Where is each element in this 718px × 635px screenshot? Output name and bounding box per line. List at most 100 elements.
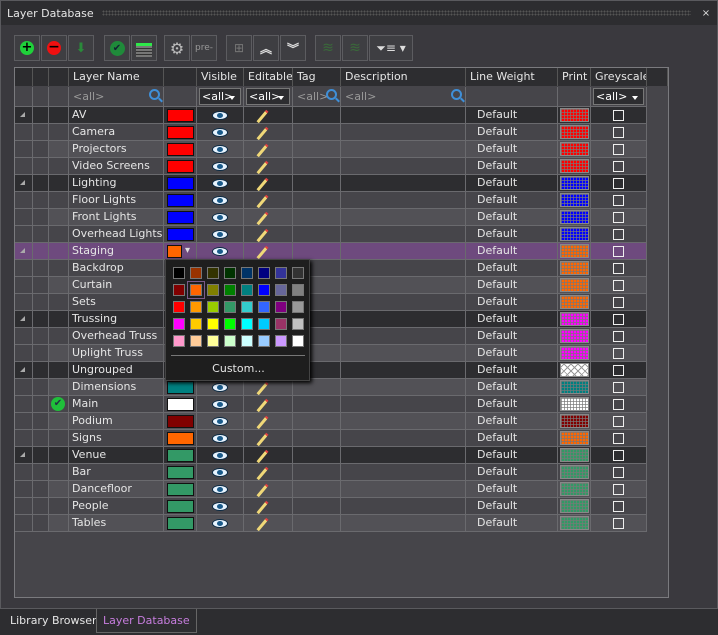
layer-row[interactable]: Curtain Default xyxy=(15,277,649,294)
color-swatch[interactable] xyxy=(207,267,219,279)
print-color-swatch[interactable] xyxy=(560,363,589,377)
layer-row[interactable]: Floor Lights Default xyxy=(15,192,649,209)
print-color-swatch[interactable] xyxy=(560,499,589,513)
layer-color-swatch[interactable] xyxy=(167,194,194,207)
greyscale-checkbox[interactable] xyxy=(613,144,624,155)
prefix-button[interactable]: pre- xyxy=(191,35,217,61)
settings-button[interactable]: ⚙ xyxy=(164,35,190,61)
layer-color-swatch[interactable] xyxy=(167,449,194,462)
search-icon[interactable] xyxy=(326,89,337,100)
greyscale-checkbox[interactable] xyxy=(613,263,624,274)
layer-color-swatch[interactable] xyxy=(167,500,194,513)
custom-color-button[interactable]: Custom... xyxy=(166,362,311,375)
collapse-arrow-icon[interactable] xyxy=(20,316,25,321)
column-header-greyscale[interactable]: Greyscale xyxy=(591,68,647,86)
layer-row[interactable]: Camera Default xyxy=(15,124,649,141)
editable-pencil-icon[interactable] xyxy=(256,500,269,514)
filter-visible-dropdown[interactable]: <all> xyxy=(199,88,241,105)
editable-pencil-icon[interactable] xyxy=(256,466,269,480)
visible-eye-icon[interactable] xyxy=(212,247,228,256)
color-swatch[interactable] xyxy=(173,267,185,279)
layer-row[interactable]: Tables Default xyxy=(15,515,649,532)
greyscale-checkbox[interactable] xyxy=(613,433,624,444)
layer-color-swatch[interactable] xyxy=(167,381,194,394)
layer-row[interactable]: ✔ Main Default xyxy=(15,396,649,413)
visible-eye-icon[interactable] xyxy=(212,111,228,120)
line-weight-value[interactable]: Default xyxy=(466,125,517,138)
visible-eye-icon[interactable] xyxy=(212,145,228,154)
layer-stack-button[interactable]: ≋ xyxy=(315,35,341,61)
print-color-swatch[interactable] xyxy=(560,210,589,224)
close-icon[interactable]: × xyxy=(699,8,713,19)
editable-pencil-icon[interactable] xyxy=(256,160,269,174)
color-swatch[interactable] xyxy=(258,335,270,347)
merge-layers-button[interactable]: ⬇ xyxy=(68,35,94,61)
drag-grip[interactable] xyxy=(101,10,691,16)
color-swatch[interactable] xyxy=(224,267,236,279)
layer-states-button[interactable] xyxy=(131,35,157,61)
editable-pencil-icon[interactable] xyxy=(256,398,269,412)
column-header-tag[interactable]: Tag xyxy=(293,68,341,86)
greyscale-checkbox[interactable] xyxy=(613,467,624,478)
column-header-description[interactable]: Description xyxy=(341,68,466,86)
layer-name[interactable]: Curtain xyxy=(69,278,112,291)
greyscale-checkbox[interactable] xyxy=(613,365,624,376)
editable-pencil-icon[interactable] xyxy=(256,177,269,191)
line-weight-value[interactable]: Default xyxy=(466,108,517,121)
collapse-arrow-icon[interactable] xyxy=(20,367,25,372)
collapse-arrow-icon[interactable] xyxy=(20,180,25,185)
collapse-arrow-icon[interactable] xyxy=(20,452,25,457)
visible-eye-icon[interactable] xyxy=(212,179,228,188)
layer-name[interactable]: Dancefloor xyxy=(69,482,132,495)
layer-color-swatch[interactable] xyxy=(167,211,194,224)
color-swatch[interactable] xyxy=(187,281,205,299)
line-weight-value[interactable]: Default xyxy=(466,431,517,444)
greyscale-checkbox[interactable] xyxy=(613,110,624,121)
line-weight-value[interactable]: Default xyxy=(466,159,517,172)
layer-name[interactable]: Ungrouped xyxy=(69,363,133,376)
color-swatch[interactable] xyxy=(207,318,219,330)
editable-pencil-icon[interactable] xyxy=(256,109,269,123)
greyscale-checkbox[interactable] xyxy=(613,348,624,359)
visible-eye-icon[interactable] xyxy=(212,383,228,392)
print-color-swatch[interactable] xyxy=(560,516,589,530)
color-swatch[interactable] xyxy=(241,335,253,347)
visible-eye-icon[interactable] xyxy=(212,417,228,426)
layer-name[interactable]: Projectors xyxy=(69,142,127,155)
color-swatch[interactable] xyxy=(224,318,236,330)
color-swatch[interactable] xyxy=(275,335,287,347)
delete-layer-button[interactable]: − xyxy=(41,35,67,61)
color-swatch[interactable] xyxy=(241,318,253,330)
editable-pencil-icon[interactable] xyxy=(256,194,269,208)
layer-row[interactable]: Front Lights Default xyxy=(15,209,649,226)
color-swatch[interactable] xyxy=(275,284,287,296)
print-color-swatch[interactable] xyxy=(560,295,589,309)
greyscale-checkbox[interactable] xyxy=(613,416,624,427)
color-swatch[interactable] xyxy=(241,301,253,313)
editable-pencil-icon[interactable] xyxy=(256,126,269,140)
layer-name[interactable]: Overhead Truss xyxy=(69,329,157,342)
color-swatch[interactable] xyxy=(190,301,202,313)
color-swatch[interactable] xyxy=(258,284,270,296)
line-weight-value[interactable]: Default xyxy=(466,312,517,325)
color-swatch[interactable] xyxy=(292,335,304,347)
greyscale-checkbox[interactable] xyxy=(613,178,624,189)
print-color-swatch[interactable] xyxy=(560,261,589,275)
visible-eye-icon[interactable] xyxy=(212,468,228,477)
layer-name[interactable]: Dimensions xyxy=(69,380,136,393)
greyscale-checkbox[interactable] xyxy=(613,297,624,308)
color-swatch[interactable] xyxy=(275,301,287,313)
layer-name[interactable]: Uplight Truss xyxy=(69,346,143,359)
column-header-line_weight[interactable]: Line Weight xyxy=(466,68,558,86)
visible-eye-icon[interactable] xyxy=(212,434,228,443)
color-swatch[interactable] xyxy=(292,301,304,313)
line-weight-value[interactable]: Default xyxy=(466,414,517,427)
greyscale-checkbox[interactable] xyxy=(613,450,624,461)
layer-name[interactable]: Floor Lights xyxy=(69,193,136,206)
color-swatch[interactable] xyxy=(224,284,236,296)
color-swatch[interactable] xyxy=(292,284,304,296)
print-color-swatch[interactable] xyxy=(560,397,589,411)
print-color-swatch[interactable] xyxy=(560,244,589,258)
layer-name[interactable]: AV xyxy=(69,108,86,121)
print-color-swatch[interactable] xyxy=(560,414,589,428)
